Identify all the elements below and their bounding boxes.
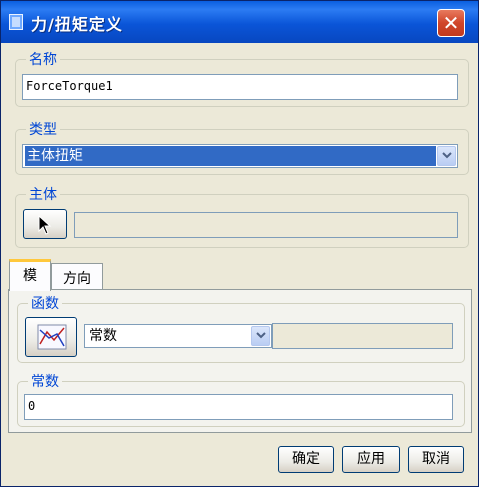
constant-input[interactable]: 0: [24, 394, 453, 420]
name-input[interactable]: ForceTorque1: [22, 74, 458, 100]
tab-magnitude-label: 模: [23, 268, 37, 284]
apply-button[interactable]: 应用: [342, 446, 400, 473]
app-icon: [9, 14, 23, 30]
body-field: [74, 212, 458, 238]
type-group-legend: 类型: [29, 122, 57, 138]
function-graph-button[interactable]: [25, 317, 77, 357]
constant-group-legend: 常数: [28, 371, 62, 391]
type-select[interactable]: 主体扭矩: [22, 144, 458, 168]
tab-direction-label: 方向: [63, 271, 91, 287]
select-body-button[interactable]: [23, 209, 67, 239]
function-group-legend: 函数: [28, 293, 62, 313]
body-group-legend: 主体: [29, 187, 57, 203]
cursor-arrow-icon: [38, 214, 52, 243]
function-extra-field: [272, 323, 453, 349]
close-icon: ✕: [442, 11, 460, 35]
type-select-value: 主体扭矩: [25, 146, 436, 166]
chevron-down-icon[interactable]: [437, 146, 456, 166]
tab-magnitude[interactable]: 模: [9, 259, 51, 291]
function-select-value: 常数: [89, 328, 117, 344]
name-group-legend: 名称: [29, 52, 57, 68]
function-select[interactable]: 常数: [84, 324, 272, 348]
dialog-window: 力/扭矩定义 ✕ 名称 ForceTorque1 类型 主体扭矩 主体 模 方向: [0, 0, 479, 487]
window-title: 力/扭矩定义: [31, 15, 123, 34]
function-graph-icon: [37, 324, 67, 358]
title-bar[interactable]: 力/扭矩定义 ✕: [1, 1, 478, 43]
close-button[interactable]: ✕: [437, 9, 465, 37]
cancel-button[interactable]: 取消: [408, 446, 464, 473]
ok-button[interactable]: 确定: [278, 446, 334, 473]
chevron-down-icon[interactable]: [251, 326, 270, 346]
tab-direction[interactable]: 方向: [51, 263, 103, 291]
